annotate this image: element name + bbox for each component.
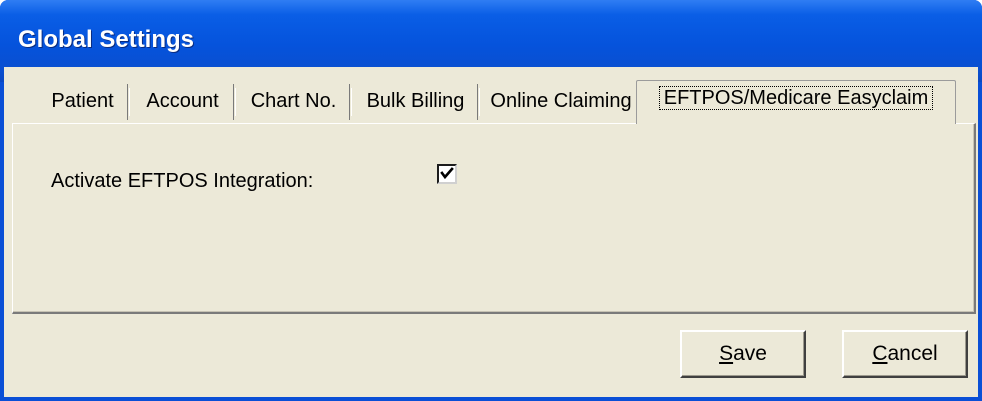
tab-label: EFTPOS/Medicare Easyclaim bbox=[658, 86, 934, 110]
tab-label: Patient bbox=[51, 90, 114, 112]
tab-label: Chart No. bbox=[250, 90, 337, 112]
tab-label: Account bbox=[146, 90, 219, 112]
cancel-label-rest: ancel bbox=[887, 342, 938, 365]
checkmark-icon bbox=[440, 167, 454, 180]
save-button[interactable]: Save bbox=[680, 330, 806, 378]
tab-label: Online Claiming bbox=[490, 90, 632, 112]
tab-online-claiming[interactable]: Online Claiming bbox=[482, 84, 643, 120]
save-mnemonic: S bbox=[719, 342, 734, 365]
save-label-rest: ave bbox=[733, 342, 767, 365]
tab-bulk-billing[interactable]: Bulk Billing bbox=[354, 84, 480, 120]
activate-eftpos-label: Activate EFTPOS Integration: bbox=[51, 170, 314, 192]
dialog-client-area: Patient Account Chart No. Bulk Billing O… bbox=[4, 67, 978, 397]
tab-label: Bulk Billing bbox=[366, 90, 465, 112]
tab-patient[interactable]: Patient bbox=[38, 84, 130, 120]
cancel-button[interactable]: Cancel bbox=[842, 330, 968, 378]
eftpos-settings-panel: Activate EFTPOS Integration: bbox=[12, 123, 976, 314]
tab-eftpos-medicare-easyclaim[interactable]: EFTPOS/Medicare Easyclaim bbox=[636, 80, 956, 124]
tab-chart-no[interactable]: Chart No. bbox=[238, 84, 352, 120]
tab-account[interactable]: Account bbox=[132, 84, 236, 120]
window-title: Global Settings bbox=[18, 26, 195, 53]
activate-eftpos-checkbox[interactable] bbox=[437, 164, 457, 184]
cancel-mnemonic: C bbox=[872, 342, 888, 365]
global-settings-window: Global Settings Patient Account Chart No… bbox=[0, 0, 982, 401]
